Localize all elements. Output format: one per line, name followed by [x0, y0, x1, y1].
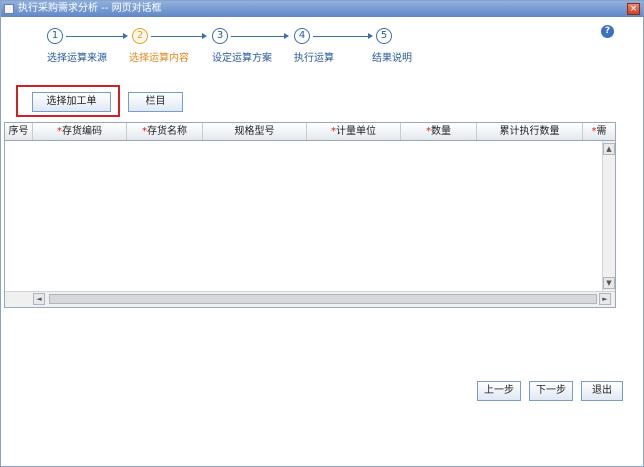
scroll-up-icon[interactable]: ▲: [603, 143, 615, 155]
step-4-circle: 4: [294, 28, 310, 44]
column-header-item-code[interactable]: *存货编码: [33, 123, 127, 140]
step-5-label: 结果说明: [372, 53, 412, 64]
data-grid: 序号 *存货编码 *存货名称 规格型号 *计量单位 *数量 累计执行数量 *需 …: [4, 122, 616, 308]
column-header-seq[interactable]: 序号: [5, 123, 33, 140]
grid-header: 序号 *存货编码 *存货名称 规格型号 *计量单位 *数量 累计执行数量 *需: [5, 123, 615, 141]
column-header-executed-qty[interactable]: 累计执行数量: [477, 123, 583, 140]
window-title: 执行采购需求分析 -- 网页对话框: [18, 3, 162, 14]
column-header-item-name[interactable]: *存货名称: [127, 123, 203, 140]
step-arrow: [313, 33, 373, 39]
column-header-quantity[interactable]: *数量: [401, 123, 477, 140]
column-header-spec[interactable]: 规格型号: [203, 123, 307, 140]
step-arrow: [231, 33, 289, 39]
step-2-label: 选择运算内容: [129, 53, 189, 64]
horizontal-scroll-thumb[interactable]: [49, 294, 597, 304]
step-1-label: 选择运算来源: [47, 53, 107, 64]
close-button[interactable]: ×: [627, 3, 640, 15]
next-step-button[interactable]: 下一步: [529, 381, 573, 401]
step-3-label: 设定运算方案: [212, 53, 272, 64]
step-4-label: 执行运算: [294, 53, 334, 64]
exit-button[interactable]: 退出: [581, 381, 623, 401]
title-bar[interactable]: 执行采购需求分析 -- 网页对话框 ×: [1, 1, 643, 17]
step-2-circle: 2: [132, 28, 148, 44]
vertical-scrollbar[interactable]: ▲ ▼: [602, 141, 615, 291]
column-header-required[interactable]: *需: [583, 123, 615, 140]
select-order-button[interactable]: 选择加工单: [32, 92, 111, 112]
step-5-circle: 5: [376, 28, 392, 44]
column-header-unit[interactable]: *计量单位: [307, 123, 401, 140]
prev-step-button[interactable]: 上一步: [477, 381, 521, 401]
dialog-window: 执行采购需求分析 -- 网页对话框 × ? 1 2 3 4 5 选择运算来源 选…: [0, 0, 644, 467]
step-1-circle: 1: [47, 28, 63, 44]
step-3-circle: 3: [212, 28, 228, 44]
scroll-left-icon[interactable]: ◄: [33, 293, 45, 305]
step-arrow: [151, 33, 207, 39]
scroll-down-icon[interactable]: ▼: [603, 277, 615, 289]
horizontal-scrollbar[interactable]: ◄ ►: [5, 291, 615, 307]
step-arrow: [66, 33, 128, 39]
help-icon[interactable]: ?: [601, 25, 614, 38]
scroll-right-icon[interactable]: ►: [599, 293, 611, 305]
window-icon: [4, 4, 14, 14]
columns-button[interactable]: 栏目: [128, 92, 183, 112]
